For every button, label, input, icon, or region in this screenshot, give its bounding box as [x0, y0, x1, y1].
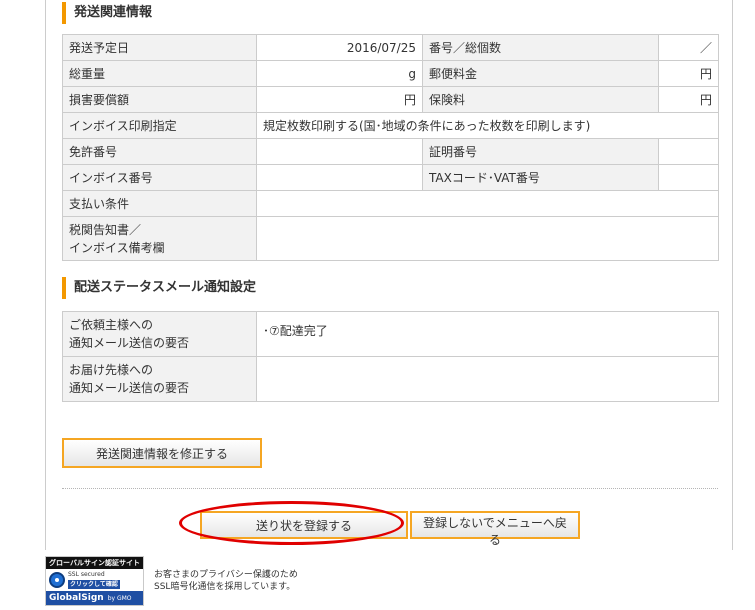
register-label-button[interactable]: 送り状を登録する — [200, 511, 408, 539]
table-row: 免許番号 証明番号 — [62, 138, 719, 165]
invoice-number-label: インボイス番号 — [62, 164, 257, 191]
customs-remarks-label: 税関告知書／ インボイス備考欄 — [62, 216, 257, 261]
register-label-button-label: 送り状を登録する — [255, 518, 352, 533]
table-row: お届け先様への通知メール送信の要否 — [62, 356, 719, 402]
tax-code-value — [658, 164, 719, 191]
table-row: 総重量 g 郵便料金 円 — [62, 60, 719, 87]
customs-remarks-label-line2: インボイス備考欄 — [69, 240, 165, 255]
invoice-print-label: インボイス印刷指定 — [62, 112, 257, 139]
package-count-value: ／ — [658, 34, 719, 61]
table-row: 支払い条件 — [62, 190, 719, 217]
recipient-notify-label-line2: 通知メール送信の要否 — [69, 381, 190, 395]
globalsign-brand: GlobalSign by GMO — [46, 591, 143, 605]
recipient-notify-value — [256, 356, 719, 402]
back-to-menu-button-label: 登録しないでメニューへ戻る — [423, 516, 567, 547]
shipping-section-title: 発送関連情報 — [62, 2, 152, 24]
postage-label: 郵便料金 — [422, 60, 659, 87]
insurance-value: 円 — [658, 86, 719, 113]
invoice-number-value — [256, 164, 423, 191]
payment-terms-label: 支払い条件 — [62, 190, 257, 217]
shipping-info-table: 発送予定日 2016/07/25 番号／総個数 ／ 総重量 g 郵便料金 円 損… — [62, 34, 719, 261]
sender-notify-label-line1: ご依頼主様への — [69, 318, 154, 332]
total-weight-value: g — [256, 60, 423, 87]
table-row: インボイス印刷指定 規定枚数印刷する(国･地域の条件にあった枚数を印刷します) — [62, 112, 719, 139]
eye-icon — [49, 572, 65, 588]
insurance-label: 保険料 — [422, 86, 659, 113]
license-number-label: 免許番号 — [62, 138, 257, 165]
damage-claim-label: 損害要償額 — [62, 86, 257, 113]
payment-terms-value — [256, 190, 719, 217]
table-row: 税関告知書／ インボイス備考欄 — [62, 216, 719, 261]
sender-notify-label: ご依頼主様への通知メール送信の要否 — [62, 311, 257, 357]
globalsign-seal-body: SSL secured クリックして確認 — [46, 569, 143, 591]
ship-date-value: 2016/07/25 — [256, 34, 423, 61]
globalsign-seal-header: グローバルサイン認証サイト — [46, 557, 143, 569]
click-to-verify-text: クリックして確認 — [68, 580, 120, 589]
notification-section-title: 配送ステータスメール通知設定 — [62, 277, 256, 299]
table-row: 損害要償額 円 保険料 円 — [62, 86, 719, 113]
certificate-number-value — [658, 138, 719, 165]
certificate-number-label: 証明番号 — [422, 138, 659, 165]
damage-claim-value: 円 — [256, 86, 423, 113]
edit-shipping-info-button-label: 発送関連情報を修正する — [95, 446, 228, 461]
invoice-print-value: 規定枚数印刷する(国･地域の条件にあった枚数を印刷します) — [256, 112, 719, 139]
globalsign-brand-name: GlobalSign — [49, 593, 104, 603]
total-weight-label: 総重量 — [62, 60, 257, 87]
ssl-secured-text: SSL secured — [68, 571, 105, 578]
postage-value: 円 — [658, 60, 719, 87]
notification-table: ご依頼主様への 通知メール送信の要否 ･⑦配達完了 お届け先様への 通知メール送信の… — [62, 311, 719, 402]
ssl-note-line1: お客さまのプライバシー保護のため — [154, 570, 298, 580]
customs-remarks-value — [256, 216, 719, 261]
table-row: インボイス番号 TAXコード･VAT番号 — [62, 164, 719, 191]
recipient-notify-label: お届け先様への通知メール送信の要否 — [62, 356, 257, 402]
customs-remarks-label-line1: 税関告知書／ — [69, 222, 142, 237]
ssl-note: お客さまのプライバシー保護のため SSL暗号化通信を採用しています。 — [154, 569, 298, 593]
ship-date-label: 発送予定日 — [62, 34, 257, 61]
globalsign-seal[interactable]: グローバルサイン認証サイト SSL secured クリックして確認 Globa… — [45, 556, 144, 606]
sender-notify-value: ･⑦配達完了 — [256, 311, 719, 357]
table-row: ご依頼主様への通知メール送信の要否 ･⑦配達完了 — [62, 311, 719, 357]
sender-notify-label-line2: 通知メール送信の要否 — [69, 336, 190, 350]
license-number-value — [256, 138, 423, 165]
recipient-notify-label-line1: お届け先様への — [69, 363, 154, 377]
ssl-note-line2: SSL暗号化通信を採用しています。 — [154, 582, 296, 592]
back-to-menu-button[interactable]: 登録しないでメニューへ戻る — [410, 511, 580, 547]
globalsign-brand-by: by GMO — [107, 595, 132, 602]
edit-shipping-info-button[interactable]: 発送関連情報を修正する — [62, 438, 262, 468]
divider — [62, 488, 718, 489]
table-row: 発送予定日 2016/07/25 番号／総個数 ／ — [62, 34, 719, 61]
tax-code-label: TAXコード･VAT番号 — [422, 164, 659, 191]
package-count-label: 番号／総個数 — [422, 34, 659, 61]
